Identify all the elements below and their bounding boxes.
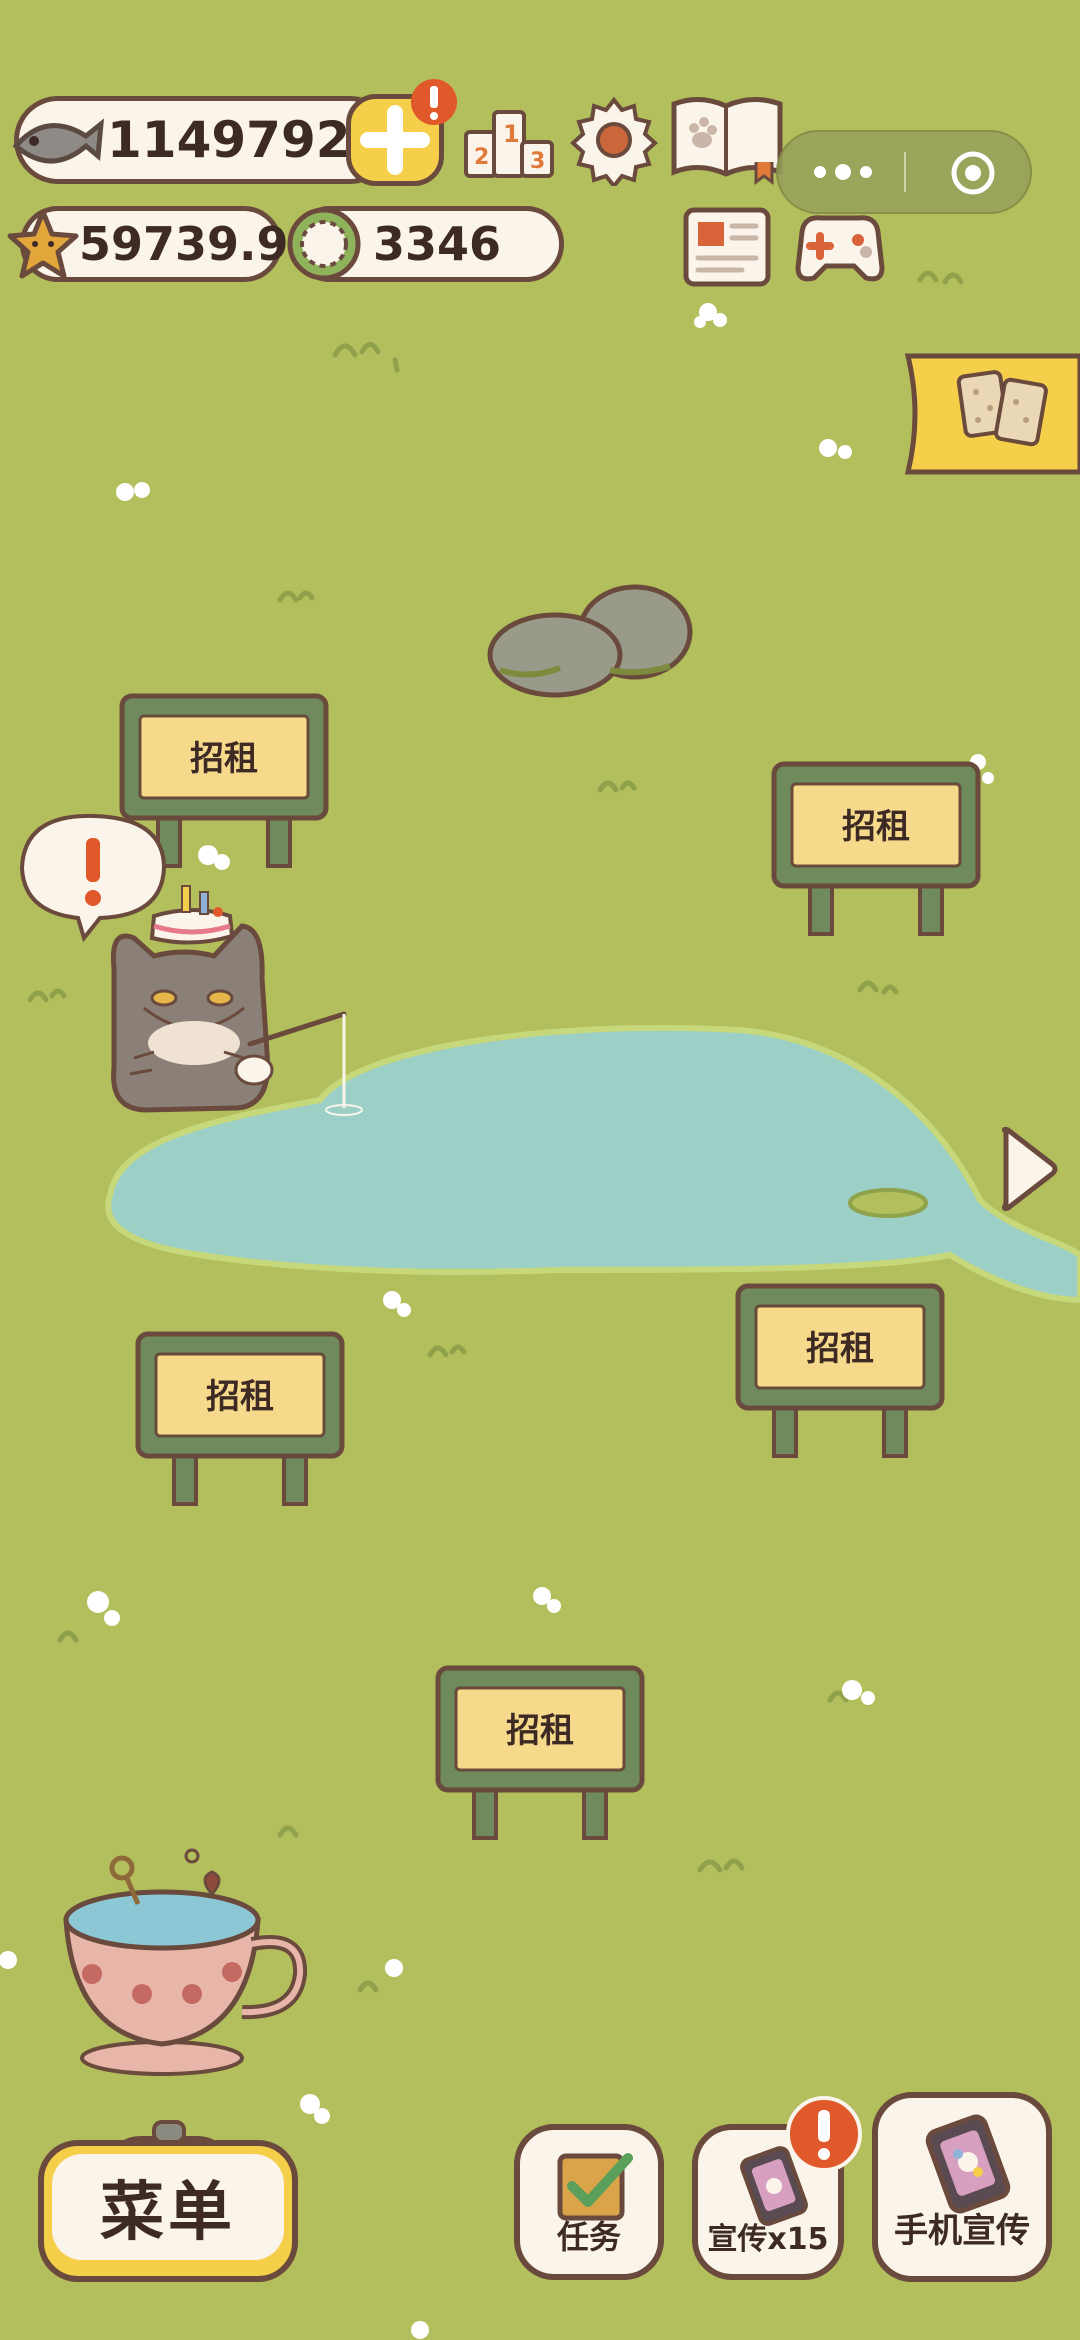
teacup-icon (63, 1848, 308, 2076)
book-icon (671, 97, 783, 185)
menu-button[interactable]: 菜单 (38, 2120, 298, 2282)
svg-text:2: 2 (474, 145, 489, 170)
rent-sign-label: 招租 (506, 1711, 574, 1751)
fish-count: 11497926 (107, 111, 386, 169)
fish-icon (12, 118, 105, 164)
checklist-icon (557, 2153, 633, 2221)
gamepad-icon (795, 215, 885, 282)
tasks-button[interactable]: 任务 (514, 2124, 664, 2280)
minigame-button[interactable] (792, 206, 888, 290)
news-button[interactable] (680, 204, 774, 290)
gear-icon (570, 96, 658, 190)
scroll-right-button[interactable] (996, 1124, 1060, 1214)
rent-sign[interactable]: 招租 (134, 1330, 346, 1510)
rent-sign-label: 招租 (190, 739, 258, 779)
phone-promote-button[interactable]: 手机宣传 (872, 2092, 1052, 2282)
coin-icon (287, 207, 361, 281)
svg-text:1: 1 (503, 120, 520, 148)
exclamation-icon (411, 79, 457, 125)
arrow-right-icon (1001, 1126, 1058, 1211)
star-icon (7, 209, 79, 279)
teacup-button[interactable] (52, 1844, 312, 2080)
capsule-divider (904, 152, 906, 192)
svg-text:3: 3 (530, 149, 545, 174)
coin-count: 3346 (373, 217, 502, 271)
cookie-flag-button[interactable] (900, 352, 1080, 476)
rent-sign[interactable]: 招租 (434, 1664, 646, 1844)
more-dots-icon[interactable] (808, 152, 878, 192)
rent-sign-label: 招租 (842, 807, 910, 847)
exclamation-icon (786, 2096, 862, 2172)
settings-button[interactable] (568, 94, 660, 190)
menu-label: 菜单 (100, 2176, 236, 2250)
cookie-flag-icon (904, 353, 1080, 475)
handbook-button[interactable] (668, 92, 786, 188)
news-icon (683, 207, 771, 287)
star-count: 59739.9 (79, 217, 289, 271)
close-target-icon[interactable] (948, 148, 998, 198)
leaderboard-button[interactable]: 2 1 3 (462, 98, 556, 182)
rent-sign[interactable]: 招租 (734, 1282, 946, 1462)
rent-sign-label: 招租 (206, 1377, 274, 1417)
leaderboard-icon: 2 1 3 (464, 110, 554, 178)
rent-sign[interactable]: 招租 (770, 760, 982, 940)
phone-icon (925, 2114, 1011, 2214)
miniprogram-capsule (776, 130, 1032, 214)
rent-sign-label: 招租 (806, 1329, 874, 1369)
fishing-cat[interactable] (14, 808, 374, 1128)
